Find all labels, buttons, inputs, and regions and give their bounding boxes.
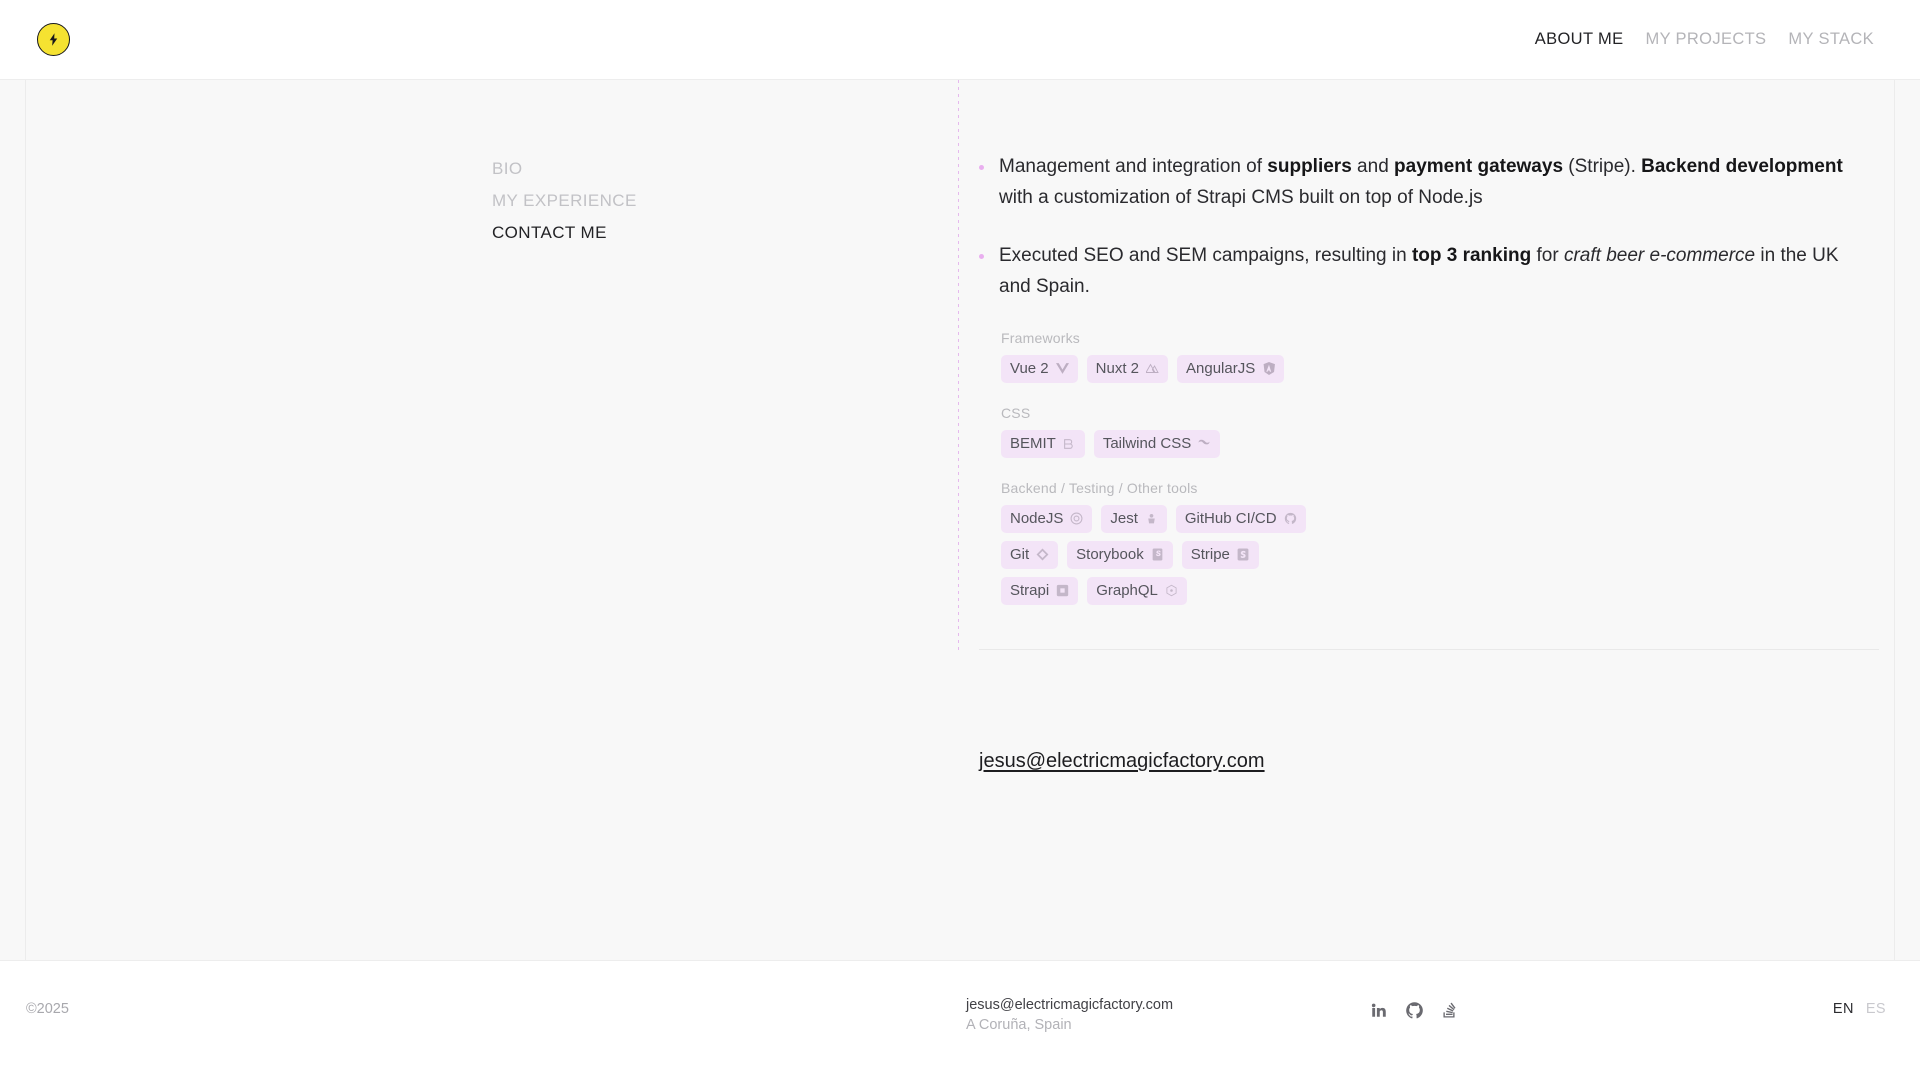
tag-label: Tailwind CSS (1102, 435, 1192, 452)
github-icon (1284, 512, 1297, 525)
tag-label: Vue 2 (1010, 360, 1049, 377)
tag-nodejs[interactable]: NodeJS (1001, 505, 1093, 533)
section-menu: BIO MY EXPERIENCE CONTACT ME (492, 158, 958, 244)
tag-graphql[interactable]: GraphQL (1087, 577, 1187, 605)
right-rail (1894, 80, 1920, 960)
lightning-bolt-icon (46, 32, 61, 47)
tag-label: Strapi (1010, 582, 1050, 599)
tag-label: AngularJS (1186, 360, 1256, 377)
panel-content: Management and integration of suppliers … (959, 80, 1894, 650)
tag-label: GraphQL (1096, 582, 1158, 599)
linkedin-icon[interactable] (1368, 999, 1390, 1021)
page-root: ABOUT ME MY PROJECTS MY STACK BIO MY EXP… (0, 0, 1920, 1080)
lang-option-es[interactable]: ES (1866, 1001, 1886, 1017)
tag-angularjs[interactable]: AngularJS (1177, 355, 1285, 383)
tailwind-icon (1198, 437, 1211, 450)
language-switcher: EN ES (1833, 997, 1894, 1017)
jest-icon (1145, 512, 1158, 525)
stack-group-label: Backend / Testing / Other tools (1001, 480, 1198, 496)
copyright: ©2025 (26, 1001, 69, 1017)
logo-button[interactable] (37, 23, 70, 56)
github-icon[interactable] (1403, 999, 1425, 1021)
footer-email-link[interactable]: jesus@electricmagicfactory.com (966, 997, 1346, 1013)
sidebar-item-contact-me[interactable]: CONTACT ME (492, 222, 958, 244)
stack-group-css: CSS BEMIT Tailwind CSS (1001, 405, 1850, 458)
git-icon (1036, 548, 1049, 561)
lang-option-en[interactable]: EN (1833, 1001, 1854, 1017)
content-columns: BIO MY EXPERIENCE CONTACT ME Management … (26, 80, 1894, 960)
nodejs-icon (1070, 512, 1083, 525)
tag-label: Nuxt 2 (1095, 360, 1140, 377)
tag-github-ci-cd[interactable]: GitHub CI/CD (1175, 505, 1306, 533)
left-rail (0, 80, 26, 960)
tag-label: Jest (1110, 510, 1138, 527)
contact-email-link[interactable]: jesus@electricmagicfactory.com (979, 750, 1265, 772)
experience-bullet-list: Management and integration of suppliers … (979, 152, 1850, 302)
footer-contact: jesus@electricmagicfactory.com A Coruña,… (966, 997, 1346, 1033)
footer-location: A Coruña, Spain (966, 1017, 1072, 1033)
footer-socials (1368, 997, 1460, 1021)
tag-jest[interactable]: Jest (1101, 505, 1167, 533)
tag-label: BEMIT (1010, 435, 1056, 452)
content-area: BIO MY EXPERIENCE CONTACT ME Management … (0, 79, 1920, 961)
nuxt-icon (1146, 362, 1159, 375)
stackoverflow-icon[interactable] (1438, 999, 1460, 1021)
panel-dotted-divider (958, 80, 959, 650)
strapi-icon (1056, 584, 1069, 597)
tag-row: Vue 2 Nuxt 2 AngularJS (1001, 355, 1701, 383)
graphql-icon (1165, 584, 1178, 597)
tag-label: Git (1010, 546, 1030, 563)
stack-group-label: CSS (1001, 405, 1031, 421)
tag-tailwind-css[interactable]: Tailwind CSS (1093, 430, 1221, 458)
tag-label: GitHub CI/CD (1184, 510, 1277, 527)
bullet-text: Management and integration of suppliers … (999, 156, 1843, 208)
tag-label: NodeJS (1010, 510, 1064, 527)
tag-nuxt-2[interactable]: Nuxt 2 (1086, 355, 1169, 383)
nav-item-my-stack[interactable]: MY STACK (1788, 30, 1874, 49)
angular-icon (1262, 362, 1275, 375)
stripe-icon (1237, 548, 1250, 561)
bullet-text: Executed SEO and SEM campaigns, resultin… (999, 245, 1839, 297)
tag-git[interactable]: Git (1001, 541, 1059, 569)
tag-bemit[interactable]: BEMIT (1001, 430, 1085, 458)
site-header: ABOUT ME MY PROJECTS MY STACK (0, 0, 1920, 79)
stack-group-frameworks: Frameworks Vue 2 Nuxt 2 AngularJS (1001, 330, 1850, 383)
tag-row: NodeJS Jest GitHub CI/CD Git Storybook S… (1001, 505, 1331, 605)
tag-row: BEMIT Tailwind CSS (1001, 430, 1701, 458)
stack-group-label: Frameworks (1001, 330, 1081, 346)
vue-icon (1055, 362, 1069, 375)
bemit-icon (1063, 437, 1076, 450)
list-item: Management and integration of suppliers … (979, 152, 1850, 213)
contact-email-block: jesus@electricmagicfactory.com (959, 650, 1894, 773)
sidebar-item-my-experience[interactable]: MY EXPERIENCE (492, 190, 958, 212)
main-nav: ABOUT ME MY PROJECTS MY STACK (1535, 30, 1894, 49)
storybook-icon (1151, 548, 1164, 561)
section-menu-column: BIO MY EXPERIENCE CONTACT ME (26, 80, 958, 960)
list-item: Executed SEO and SEM campaigns, resultin… (979, 241, 1850, 302)
experience-panel: Management and integration of suppliers … (958, 80, 1894, 960)
sidebar-item-bio[interactable]: BIO (492, 158, 958, 180)
tag-label: Storybook (1076, 546, 1144, 563)
tag-vue-2[interactable]: Vue 2 (1001, 355, 1078, 383)
nav-item-my-projects[interactable]: MY PROJECTS (1645, 30, 1766, 49)
stack-group-backend-testing-other: Backend / Testing / Other tools NodeJS J… (1001, 480, 1850, 605)
nav-item-about-me[interactable]: ABOUT ME (1535, 30, 1624, 49)
tech-stack: Frameworks Vue 2 Nuxt 2 AngularJS CSS BE… (979, 330, 1850, 605)
tag-stripe[interactable]: Stripe (1181, 541, 1259, 569)
tag-strapi[interactable]: Strapi (1001, 577, 1079, 605)
tag-storybook[interactable]: Storybook (1067, 541, 1173, 569)
site-footer: ©2025 jesus@electricmagicfactory.com A C… (0, 961, 1920, 1080)
tag-label: Stripe (1190, 546, 1230, 563)
